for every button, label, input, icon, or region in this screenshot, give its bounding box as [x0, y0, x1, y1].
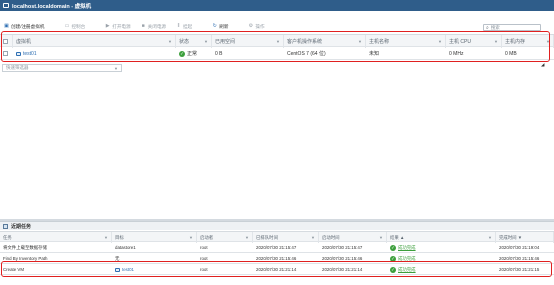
task-row[interactable]: 将文件上载至数据存储 datastore1 root 2020/07/30 21… — [0, 242, 554, 253]
suspend-button[interactable]: ‖ 挂起 — [176, 24, 192, 30]
task-queued-cell: 2020/07/30 21:15:47 — [256, 245, 297, 250]
task-initiator-cell: root — [200, 256, 208, 261]
task-result-link[interactable]: 成功完成 — [398, 267, 416, 273]
check-circle-icon: ✓ — [390, 266, 396, 273]
task-started-cell: 2020/07/30 21:21:14 — [322, 267, 363, 272]
chevron-down-icon[interactable]: ▼ — [204, 39, 208, 44]
task-started-cell: 2020/07/30 21:15:46 — [322, 256, 363, 261]
vm-guest-os-cell: CentOS 7 (64 位) — [287, 51, 326, 57]
task-completed-cell: 2020/07/30 21:19:04 — [499, 245, 540, 250]
vm-icon — [3, 3, 9, 8]
create-register-vm-button[interactable]: ▣ 创建/注册虚拟机 — [4, 24, 44, 30]
task-completed-cell: 2020/07/30 21:15:46 — [499, 256, 540, 261]
task-queued-cell: 2020/07/30 21:21:14 — [256, 267, 297, 272]
task-queued-cell: 2020/07/30 21:15:46 — [256, 256, 297, 261]
vm-host-memory-cell: 0 MB — [505, 50, 517, 57]
search-input[interactable]: ⌕ 搜索 — [483, 24, 541, 31]
task-name-cell: 将文件上载至数据存储 — [3, 244, 47, 250]
chevron-down-icon[interactable]: ▼ — [494, 39, 498, 44]
chevron-down-icon[interactable]: ▼ — [168, 39, 172, 44]
task-result-cell: ✓ 成功完成 — [387, 253, 496, 264]
task-result-link[interactable]: 成功完成 — [398, 256, 416, 262]
window-title: localhost.localdomain - 虚拟机 — [12, 3, 92, 10]
tasks-icon — [3, 223, 8, 229]
window-title-bar: localhost.localdomain - 虚拟机 — [0, 0, 554, 11]
resize-handle-icon[interactable]: ◢ — [541, 62, 544, 68]
recent-tasks-grid: 任务 ▼ 目标 ▼ 启动者 ▼ 已排队时间 ▼ 启动时间 ▼ 结果 ▲ ▼ 完成时间 ▼ 将… — [0, 231, 554, 275]
vm-icon — [115, 267, 120, 272]
recent-tasks-header: 近期任务 — [0, 221, 554, 230]
row-checkbox[interactable] — [3, 51, 8, 56]
power-on-button[interactable]: ▶ 打开电源 — [105, 23, 131, 30]
chevron-down-icon[interactable]: ▼ — [276, 39, 280, 44]
toolbar: ▣ 创建/注册虚拟机 ▭ 控制台 ▶ 打开电源 ■ 关闭电源 ‖ 挂起 ↻ 刷新… — [0, 22, 554, 31]
task-result-cell: ✓ 成功完成 — [387, 264, 496, 275]
tasks-grid-header: 任务 ▼ 目标 ▼ 启动者 ▼ 已排队时间 ▼ 启动时间 ▼ 结果 ▲ ▼ 完成时间 ▼ — [0, 231, 554, 243]
vm-used-space-cell: 0 B — [215, 50, 223, 57]
task-row[interactable]: Find By Inventory Path 无 root 2020/07/30… — [0, 253, 554, 264]
chevron-down-icon[interactable]: ▼ — [114, 66, 118, 71]
refresh-icon: ↻ — [212, 23, 217, 29]
vm-row[interactable]: test01 ✓ 正常 0 B CentOS 7 (64 位) 未知 0 MHz… — [0, 47, 554, 60]
vm-name-cell[interactable]: test01 — [13, 47, 176, 60]
chevron-down-icon[interactable]: ▼ — [379, 235, 383, 240]
task-target-link[interactable]: test01 — [122, 267, 134, 272]
task-initiator-cell: root — [200, 245, 208, 250]
task-target-cell: datastore1 — [115, 245, 136, 250]
vm-host-name-cell: 未知 — [369, 51, 380, 57]
quick-filter-select[interactable]: 快速筛选器 ▼ — [2, 64, 122, 72]
task-target-cell: 无 — [115, 255, 120, 261]
create-vm-icon: ▣ — [4, 23, 9, 29]
chevron-down-icon[interactable]: ▼ — [245, 235, 249, 240]
search-icon: ⌕ — [486, 24, 489, 31]
chevron-down-icon[interactable]: ▼ — [358, 39, 362, 44]
vm-grid: 虚拟机 ▼ 状态 ▼ 已用空间 ▼ 客户机操作系统 ▼ 主机名称 ▼ 主机 CPU ▼ 主机… — [0, 34, 554, 60]
vm-icon — [16, 51, 21, 56]
vm-status-cell: ✓ 正常 — [179, 50, 198, 57]
vm-name-link[interactable]: test01 — [23, 51, 37, 57]
chevron-down-icon[interactable]: ▼ — [488, 235, 492, 240]
power-off-button[interactable]: ■ 关闭电源 — [141, 24, 166, 30]
task-row[interactable]: Create VM test01 root 2020/07/30 21:21:1… — [0, 264, 554, 275]
task-completed-cell: 2020/07/30 21:21:15 — [499, 267, 540, 272]
select-all-checkbox[interactable] — [3, 39, 8, 44]
console-icon: ▭ — [64, 23, 70, 29]
row-checkbox-cell[interactable] — [0, 47, 13, 60]
chevron-down-icon[interactable]: ▼ — [546, 39, 550, 44]
task-name-cell: Create VM — [3, 267, 24, 272]
actions-button[interactable]: ⚙ 操作 — [248, 23, 265, 30]
task-initiator-cell: root — [200, 267, 208, 272]
vm-host-cpu-cell: 0 MHz — [449, 50, 464, 57]
refresh-button[interactable]: ↻ 刷新 — [212, 23, 229, 30]
task-result-link[interactable]: 成功完成 — [398, 245, 416, 251]
gear-icon: ⚙ — [248, 23, 254, 29]
check-circle-icon: ✓ — [390, 255, 396, 262]
check-circle-icon: ✓ — [179, 50, 185, 57]
console-button[interactable]: ▭ 控制台 — [64, 23, 86, 30]
chevron-down-icon[interactable]: ▼ — [311, 235, 315, 240]
suspend-icon: ‖ — [177, 23, 180, 29]
task-name-cell: Find By Inventory Path — [3, 256, 48, 261]
power-on-icon: ▶ — [105, 23, 110, 29]
check-circle-icon: ✓ — [390, 244, 396, 251]
chevron-down-icon[interactable]: ▼ — [438, 39, 442, 44]
chevron-down-icon[interactable]: ▼ — [189, 235, 193, 240]
power-off-icon: ■ — [141, 23, 145, 29]
task-target-cell: test01 — [112, 264, 197, 275]
task-started-cell: 2020/07/30 21:15:47 — [322, 245, 363, 250]
chevron-down-icon[interactable]: ▼ — [104, 235, 108, 240]
task-result-cell: ✓ 成功完成 — [387, 242, 496, 253]
vm-grid-header: 虚拟机 ▼ 状态 ▼ 已用空间 ▼ 客户机操作系统 ▼ 主机名称 ▼ 主机 CPU ▼ 主机… — [0, 34, 554, 48]
